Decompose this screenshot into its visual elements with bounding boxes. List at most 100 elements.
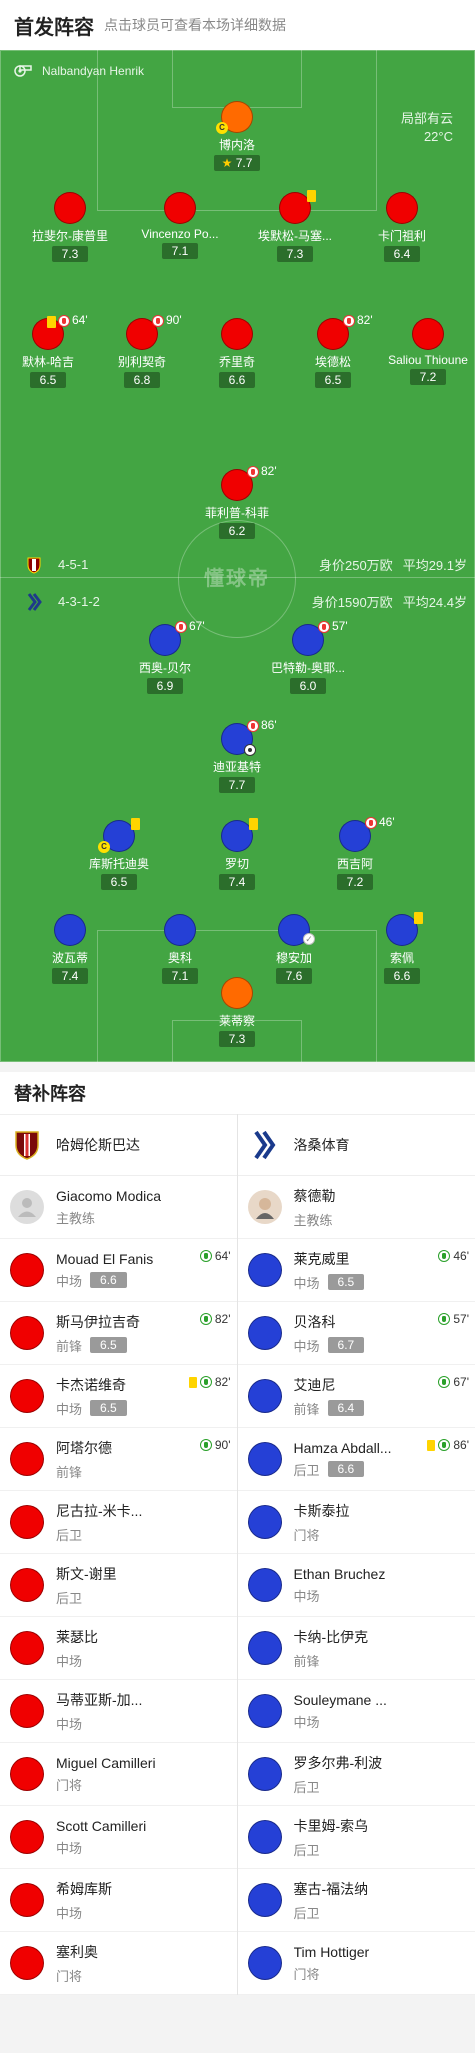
sub-badges: 82' [199,1312,231,1326]
sub-in-minute: 46' [453,1249,469,1263]
sub-player-row[interactable]: 塞古-福法纳 后卫 [237,1869,475,1932]
player-marker[interactable] [386,912,423,946]
sub-player-row[interactable]: Mouad El Fanis 中场 6.6 64' [0,1239,237,1302]
sub-player-row[interactable]: 贝洛科 中场 6.7 57' [237,1302,475,1365]
sub-player-row[interactable]: 卡里姆-索乌 后卫 [237,1806,475,1869]
player-marker[interactable] [221,318,253,350]
sub-player-row[interactable]: 斯马伊拉吉奇 前锋 6.5 82' [0,1302,237,1365]
away-value: 身价1590万欧 [311,595,393,610]
player-marker[interactable]: 67' [149,619,205,656]
pitch-player[interactable]: 46' 西吉阿 7.2 [300,815,410,891]
away-team-row[interactable]: 洛桑体育 [237,1114,475,1176]
pitch-player[interactable]: 57' 巴特勒-奥耶... 6.0 [253,619,363,695]
player-marker[interactable]: 86' [221,718,277,756]
player-marker[interactable] [54,914,86,946]
sub-player-row[interactable]: Hamza Abdall... 后卫 6.6 86' [237,1428,475,1491]
sub-player-row[interactable]: Souleymane ... 中场 [237,1680,475,1743]
sub-player-row[interactable]: 塞利奥 门将 [0,1932,237,1995]
sub-player-row[interactable]: Ethan Bruchez 中场 [237,1554,475,1617]
player-marker[interactable] [412,318,444,350]
player-marker[interactable] [164,192,196,224]
player-name: 西奥-贝尔 [139,661,191,675]
pitch-player[interactable]: 奥科 7.1 [125,914,235,985]
sub-in-minute: 82' [214,1375,231,1389]
player-marker[interactable]: 90' [126,313,182,350]
rating-value: 7.2 [419,370,437,384]
subs-title: 替补阵容 [0,1062,475,1114]
pitch-player[interactable]: Saliou Thioune 7.2 [373,318,475,386]
sub-player-row[interactable]: 卡纳-比伊克 前锋 [237,1617,475,1680]
pitch-player[interactable]: 罗切 7.4 [182,818,292,891]
player-marker [10,1883,44,1917]
pitch-player[interactable]: C 博内洛 ★ 7.7 [182,101,292,172]
player-marker[interactable] [386,192,418,224]
sub-minute: 57' [332,619,348,633]
pitch-player[interactable]: 86' 迪亚基特 7.7 [182,718,292,794]
away-crest-icon [27,592,42,611]
sub-player-row[interactable]: Tim Hottiger 门将 [237,1932,475,1995]
player-marker[interactable]: 64' [32,313,88,350]
player-marker[interactable] [279,190,316,224]
home-team-row[interactable]: 哈姆伦斯巴达 [0,1114,237,1176]
player-marker[interactable] [221,977,253,1009]
coach-avatar-icon [10,1190,44,1224]
sub-player-row[interactable]: 罗多尔弗-利波 后卫 [237,1743,475,1806]
weather-condition: 局部有云 [400,111,453,126]
sub-player-row[interactable]: 斯文-谢里 后卫 [0,1554,237,1617]
pitch-player[interactable]: 67' 西奥-贝尔 6.9 [110,619,220,695]
home-coach[interactable]: Giacomo Modica 主教练 [0,1176,237,1239]
pitch-player[interactable]: 90' 别利契奇 6.8 [87,313,197,389]
player-name: 拉斐尔-康普里 [32,229,108,243]
player-rating: 6.2 [219,523,255,539]
sub-player-name: 马蒂亚斯-加... [56,1691,143,1708]
weather-temperature: 22°C [423,129,453,144]
player-marker[interactable] [54,192,86,224]
sub-player-name: 贝洛科 [293,1313,336,1330]
sub-player-row[interactable]: Miguel Camilleri 门将 [0,1743,237,1806]
sub-player-position: 中场 [56,1716,83,1732]
pitch-player[interactable]: 索佩 6.6 [347,912,457,985]
sub-player-row[interactable]: 莱瑟比 中场 [0,1617,237,1680]
away-formation: 4-3-1-2 [58,594,100,609]
sub-in-icon [199,1250,212,1262]
sub-player-row[interactable]: 马蒂亚斯-加... 中场 [0,1680,237,1743]
sub-player-row[interactable]: 尼古拉-米卡... 后卫 [0,1491,237,1554]
player-marker[interactable]: C [98,818,140,853]
pitch-player[interactable]: 埃默松-马塞... 7.3 [240,190,350,263]
player-marker[interactable]: 57' [292,619,348,656]
player-marker[interactable] [221,818,258,852]
player-marker[interactable] [164,914,196,946]
pitch-player[interactable]: C 库斯托迪奥 6.5 [64,818,174,891]
player-marker[interactable]: C [216,101,253,134]
sub-player-row[interactable]: 卡斯泰拉 门将 [237,1491,475,1554]
player-marker[interactable]: ✓ [278,914,315,946]
player-marker [247,1946,282,1980]
pitch-player[interactable]: 82' 埃德松 6.5 [278,313,388,389]
player-marker[interactable]: 46' [339,815,395,852]
player-marker[interactable]: 82' [317,313,373,350]
away-coach[interactable]: 蔡德勒 主教练 [237,1176,475,1239]
pitch-player[interactable]: 波瓦蒂 7.4 [15,914,125,985]
pitch-player[interactable]: Vincenzo Po... 7.1 [125,192,235,260]
pitch-player[interactable]: 莱蒂察 7.3 [182,977,292,1048]
sub-player-row[interactable]: Scott Camilleri 中场 [0,1806,237,1869]
sub-player-position: 门将 [56,1777,83,1793]
player-name: 库斯托迪奥 [88,857,149,871]
sub-player-name: Mouad El Fanis [56,1250,154,1267]
sub-player-row[interactable]: 艾迪尼 前锋 6.4 67' [237,1365,475,1428]
pitch-player[interactable]: 卡门祖利 6.4 [347,192,457,263]
sub-player-name: Miguel Camilleri [56,1754,156,1771]
home-crest-icon [27,557,41,574]
sub-player-row[interactable]: 希姆库斯 中场 [0,1869,237,1932]
sub-out-icon [365,817,377,829]
rating-value: 7.7 [228,778,246,792]
pitch-player[interactable]: 拉斐尔-康普里 7.3 [15,192,125,263]
sub-player-row[interactable]: 卡杰诺维奇 中场 6.5 82' [0,1365,237,1428]
pitch-player[interactable]: 82' 菲利普-科菲 6.2 [182,464,292,540]
sub-player-row[interactable]: 阿塔尔德 前锋 90' [0,1428,237,1491]
pitch-player[interactable]: ✓ 穆安加 7.6 [239,914,349,985]
pitch-player[interactable]: 乔里奇 6.6 [182,318,292,389]
player-marker[interactable]: 82' [221,464,277,501]
player-marker [247,1631,282,1665]
sub-player-row[interactable]: 莱克威里 中场 6.5 46' [237,1239,475,1302]
